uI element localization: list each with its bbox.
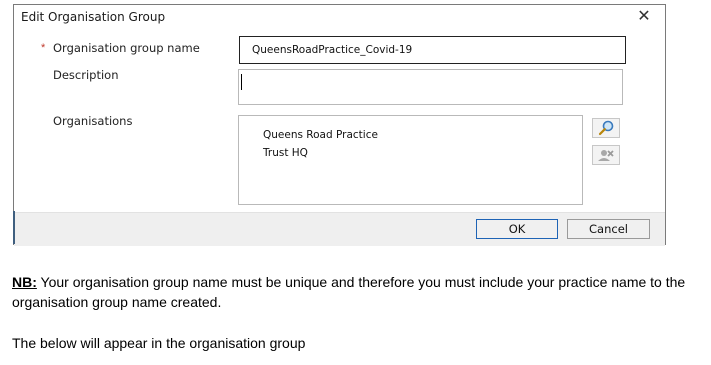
organisations-list[interactable]: Queens Road Practice Trust HQ <box>238 115 583 205</box>
close-icon[interactable]: ✕ <box>635 7 653 25</box>
title-bar: Edit Organisation Group ✕ <box>14 5 665 29</box>
remove-icon <box>598 150 614 161</box>
edit-organisation-group-dialog: Edit Organisation Group ✕ * Organisation… <box>13 4 666 246</box>
note-below: The below will appear in the organisatio… <box>12 335 306 351</box>
ok-button[interactable]: OK <box>476 219 558 239</box>
organisation-group-name-input[interactable]: QueensRoadPractice_Covid-19 <box>239 36 626 64</box>
cancel-button[interactable]: Cancel <box>567 219 650 239</box>
search-organisation-button[interactable] <box>592 118 620 138</box>
organisation-list-item[interactable]: Queens Road Practice <box>263 129 378 141</box>
dialog-title: Edit Organisation Group <box>21 10 166 24</box>
organisation-group-name-label: Organisation group name <box>53 41 200 55</box>
description-input[interactable] <box>238 69 623 105</box>
organisations-label: Organisations <box>53 114 133 128</box>
note-paragraph: NB: Your organisation group name must be… <box>12 272 692 312</box>
text-caret <box>241 74 242 90</box>
note-text: Your organisation group name must be uni… <box>12 274 686 310</box>
note-prefix: NB: <box>12 274 37 290</box>
window-edge <box>13 211 15 244</box>
required-marker: * <box>41 42 46 54</box>
remove-organisation-button[interactable] <box>592 145 620 165</box>
organisation-list-item[interactable]: Trust HQ <box>263 147 308 159</box>
description-label: Description <box>53 68 119 82</box>
search-icon <box>598 120 614 136</box>
